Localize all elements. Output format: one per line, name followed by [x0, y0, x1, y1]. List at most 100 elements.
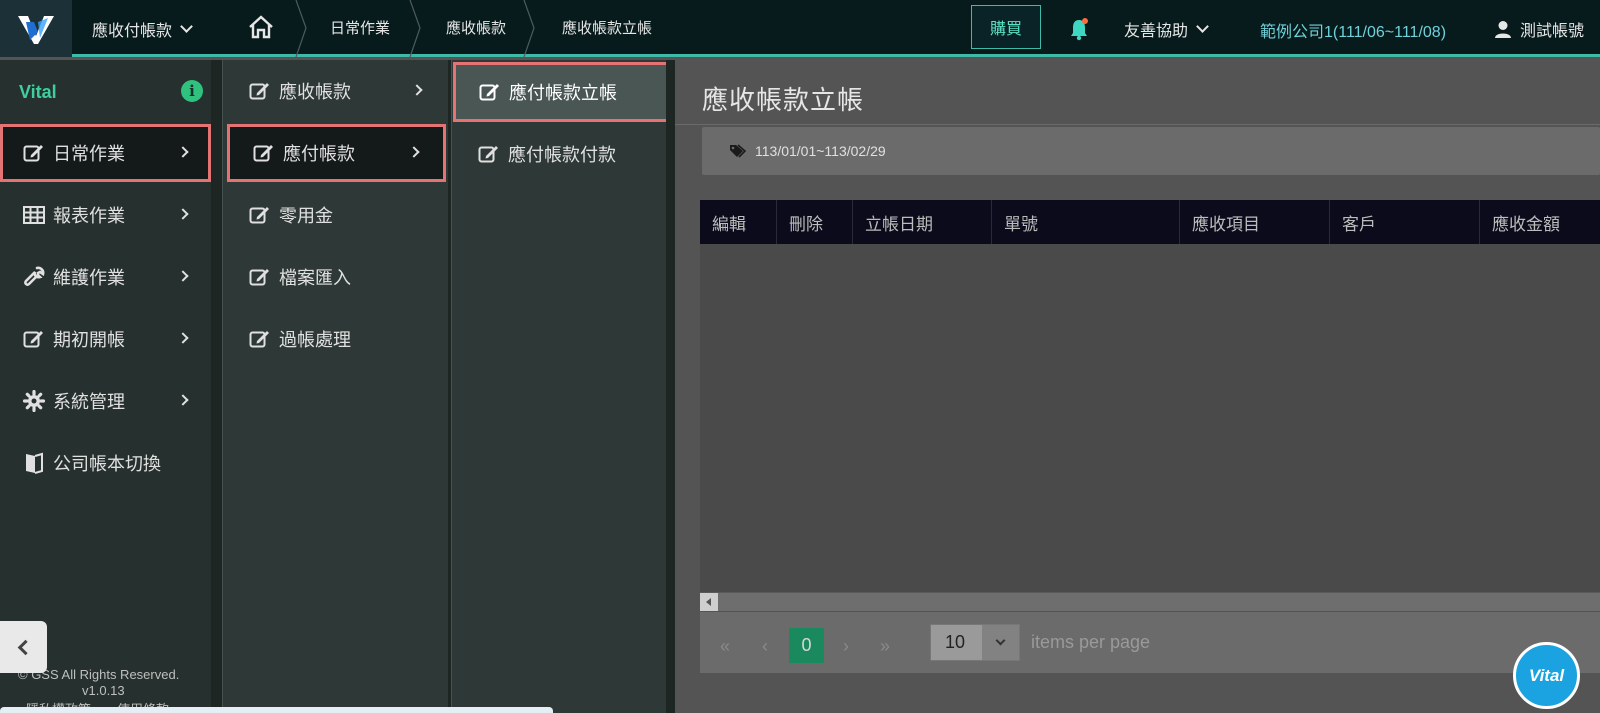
tags-icon	[730, 144, 747, 158]
wrench-icon	[24, 266, 45, 286]
sidebar-item-daily[interactable]: 日常作業	[0, 124, 211, 182]
column-header[interactable]: 單號	[992, 200, 1180, 244]
submenu-item-file-import[interactable]: 檔案匯入	[223, 248, 449, 306]
filter-bar[interactable]: 113/01/01~113/02/29	[702, 127, 1600, 175]
edit-icon	[249, 83, 269, 100]
chevron-right-icon	[177, 394, 189, 406]
gear-icon	[23, 390, 45, 412]
page-size-select[interactable]: 10	[930, 624, 1020, 661]
edit-icon	[249, 331, 269, 348]
breadcrumb-separator	[409, 0, 421, 57]
page-size-value: 10	[931, 625, 982, 660]
prev-page-button[interactable]: ‹	[762, 636, 768, 657]
book-icon	[26, 452, 43, 474]
column-header[interactable]: 立帳日期	[853, 200, 992, 244]
collapse-sidebar-button[interactable]	[0, 621, 47, 673]
chevron-right-icon	[177, 146, 189, 158]
sidebar-brand: Vital	[19, 82, 57, 102]
sidebar-item-maintenance[interactable]: 維護作業	[0, 248, 211, 306]
table-icon	[23, 206, 45, 224]
sidebar-item-switch-book[interactable]: 公司帳本切換	[0, 434, 211, 492]
sidebar-main: Vital i 日常作業 報表作業 維護作業 期初開帳 系統管理 公司帳本切換 …	[0, 60, 211, 713]
chevron-right-icon	[408, 146, 420, 158]
top-bar: 應收付帳款 日常作業 應收帳款 應收帳款立帳 購買 友善協助 範例公司1(111…	[0, 0, 1600, 57]
user-name: 測試帳號	[1520, 23, 1585, 40]
footer-links[interactable]: 隱私權政策 使用條款	[26, 699, 169, 707]
submenu-panel: 應收帳款 應付帳款 零用金 檔案匯入 過帳處理	[222, 60, 448, 713]
leafmenu-item-payable-entry[interactable]: 應付帳款立帳	[453, 62, 669, 122]
edit-icon	[23, 145, 43, 162]
column-header[interactable]: 編輯	[700, 200, 777, 244]
column-header[interactable]: 客戶	[1330, 200, 1480, 244]
first-page-button[interactable]: «	[720, 636, 730, 657]
column-header[interactable]: 應收金額	[1480, 200, 1600, 244]
breadcrumb-separator	[523, 0, 535, 57]
chevron-left-icon	[17, 639, 34, 655]
table-header: 編輯 刪除 立帳日期 單號 應收項目 客戶 應收金額	[700, 200, 1600, 244]
sidebar-item-reports[interactable]: 報表作業	[0, 186, 211, 244]
chevron-down-icon	[180, 20, 193, 33]
help-label: 友善協助	[1124, 23, 1189, 40]
column-header[interactable]: 應收項目	[1180, 200, 1330, 244]
sidebar-item-label: 系統管理	[53, 392, 125, 412]
company-period[interactable]: 範例公司1(111/06~111/08)	[1260, 18, 1446, 42]
sidebar-item-opening[interactable]: 期初開帳	[0, 310, 211, 368]
sidebar-item-label: 公司帳本切換	[53, 454, 161, 474]
sidebar-item-label: 期初開帳	[53, 330, 125, 350]
edit-icon	[478, 146, 498, 163]
sidebar-item-system[interactable]: 系統管理	[0, 372, 211, 430]
info-icon[interactable]: i	[181, 80, 203, 102]
pagination: « ‹ 0 › » 10 items per page	[700, 612, 1600, 673]
breadcrumb-item-current: 應收帳款立帳	[562, 20, 653, 37]
next-page-button[interactable]: ›	[843, 636, 849, 657]
submenu-item-label: 過帳處理	[279, 330, 351, 350]
items-per-page-label: items per page	[1031, 632, 1151, 652]
edit-icon	[249, 207, 269, 224]
sidebar-divider	[211, 60, 222, 713]
submenu-item-petty-cash[interactable]: 零用金	[223, 186, 449, 244]
help-menu[interactable]: 友善協助	[1124, 17, 1209, 41]
chevron-right-icon	[177, 332, 189, 344]
breadcrumb-separator	[295, 0, 307, 57]
leafmenu-panel: 應付帳款立帳 應付帳款付款	[451, 60, 675, 713]
breadcrumb-item-daily[interactable]: 日常作業	[330, 17, 390, 38]
horizontal-scrollbar[interactable]	[700, 592, 1600, 611]
user-menu[interactable]: 測試帳號	[1494, 17, 1584, 41]
edit-icon	[249, 269, 269, 286]
vital-assistant-button[interactable]: Vital	[1513, 642, 1580, 709]
submenu-item-payables[interactable]: 應付帳款	[227, 124, 446, 182]
edit-icon	[23, 331, 43, 348]
vital-logo-icon	[18, 15, 54, 44]
submenu-item-label: 零用金	[279, 206, 333, 226]
page-title: 應收帳款立帳	[702, 85, 865, 115]
leafmenu-item-label: 應付帳款立帳	[509, 83, 617, 103]
leafmenu-item-label: 應付帳款付款	[508, 145, 616, 165]
submenu-item-posting[interactable]: 過帳處理	[223, 310, 449, 368]
edit-icon	[479, 84, 499, 101]
column-header[interactable]: 刪除	[777, 200, 853, 244]
current-page[interactable]: 0	[789, 628, 824, 663]
title-divider	[675, 124, 1600, 125]
edit-icon	[253, 145, 273, 162]
submenu-item-receivables[interactable]: 應收帳款	[223, 62, 449, 120]
chevron-down-icon	[982, 625, 1019, 660]
app-logo[interactable]	[0, 0, 72, 57]
module-switcher[interactable]: 應收付帳款	[92, 17, 193, 41]
home-icon[interactable]	[248, 15, 274, 39]
buy-button[interactable]: 購買	[971, 5, 1041, 49]
scroll-left-button[interactable]	[700, 593, 718, 611]
sidebar-item-label: 報表作業	[53, 206, 125, 226]
breadcrumb-item-receivables[interactable]: 應收帳款	[446, 17, 506, 38]
chevron-right-icon	[411, 84, 423, 96]
sidebar-item-label: 維護作業	[53, 268, 125, 288]
bottom-toast-strip	[0, 707, 553, 713]
date-range-tag: 113/01/01~113/02/29	[755, 143, 886, 159]
bell-icon[interactable]	[1068, 17, 1090, 41]
submenu-item-label: 應收帳款	[279, 82, 351, 102]
leafmenu-item-payable-payment[interactable]: 應付帳款付款	[452, 125, 667, 183]
last-page-button[interactable]: »	[880, 636, 890, 657]
chevron-right-icon	[177, 208, 189, 220]
chevron-down-icon	[1196, 20, 1209, 33]
sidebar-item-label: 日常作業	[53, 144, 125, 164]
submenu-item-label: 應付帳款	[283, 144, 355, 164]
